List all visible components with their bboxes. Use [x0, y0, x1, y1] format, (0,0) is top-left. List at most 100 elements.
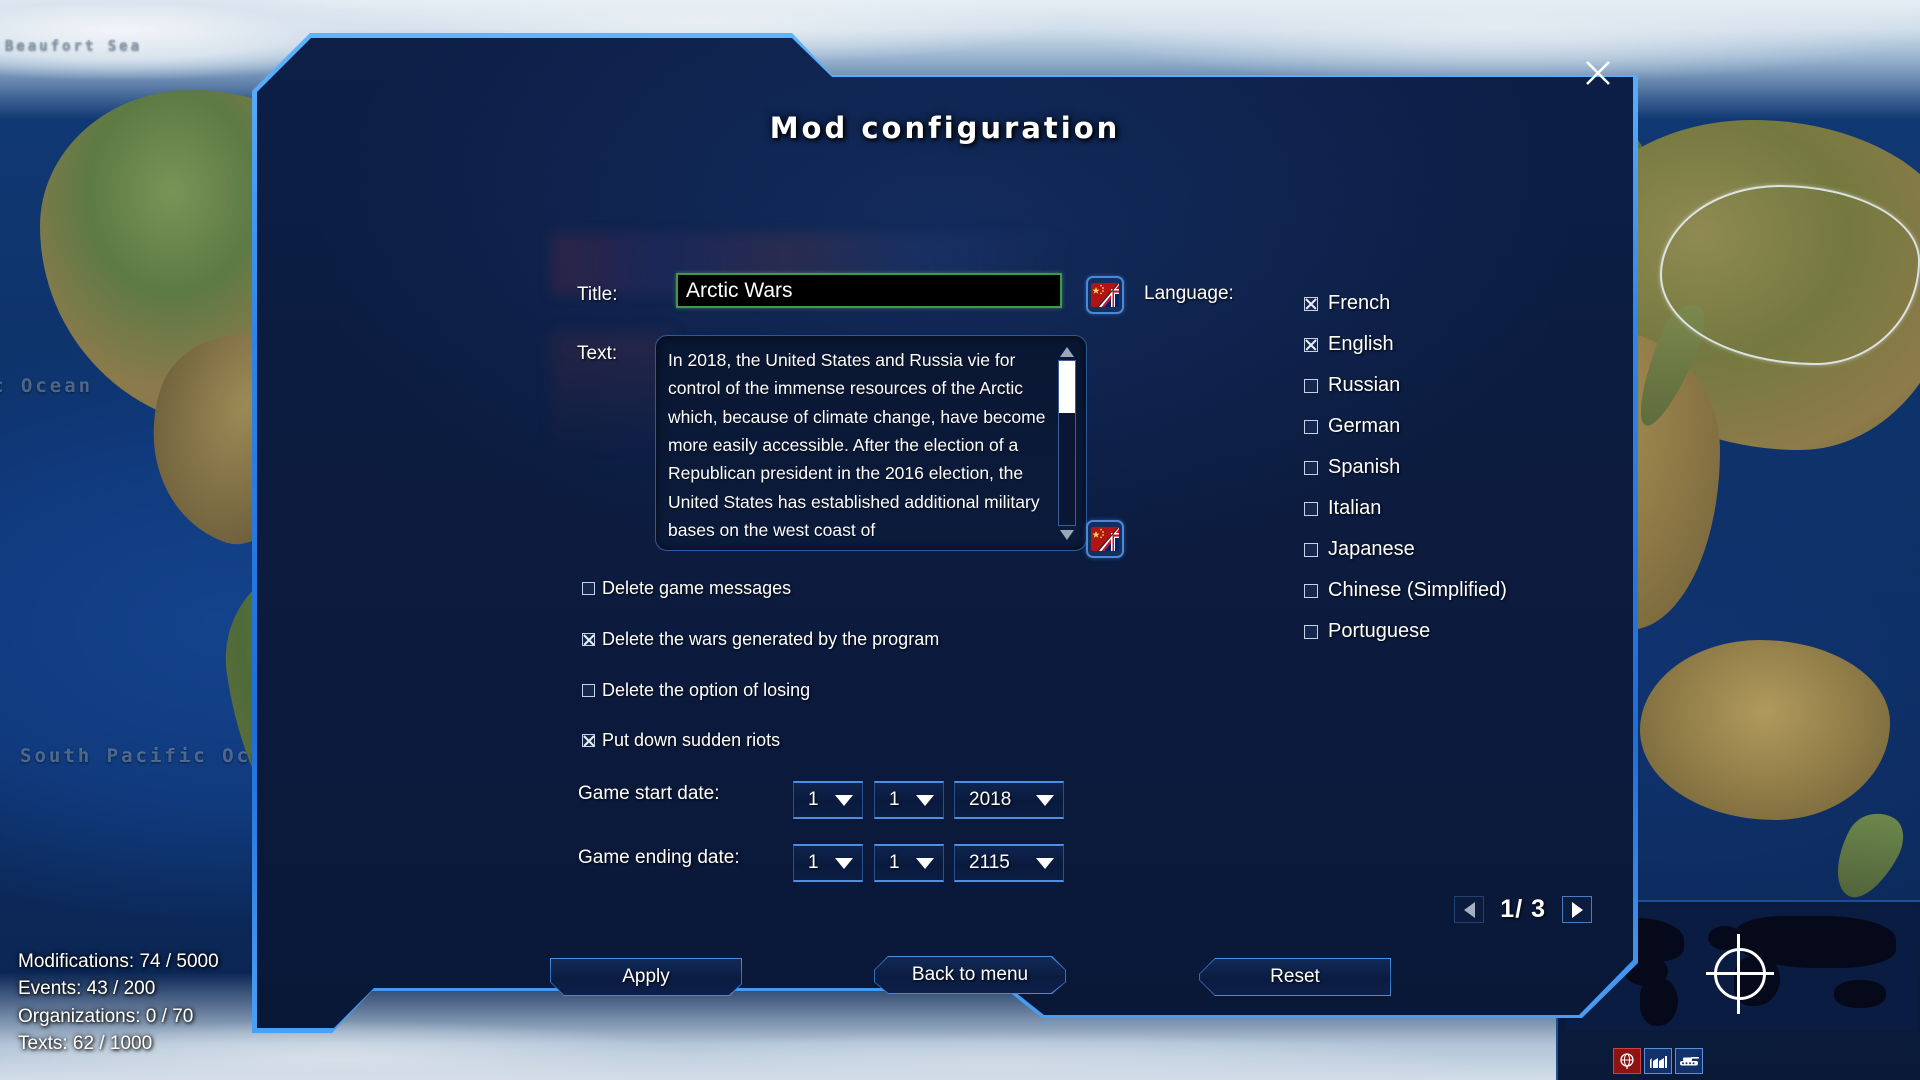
- mod-configuration-dialog: Mod configuration Title: Arctic Wars Tex…: [252, 33, 1638, 1033]
- minimap-mode-buttons[interactable]: [1613, 1048, 1703, 1074]
- option-label: Delete the wars generated by the program: [602, 629, 940, 649]
- language-label: Chinese (Simplified): [1328, 579, 1507, 601]
- text-description-input[interactable]: In 2018, the United States and Russia vi…: [668, 346, 1048, 542]
- language-label: English: [1328, 333, 1394, 355]
- checkbox-language-english[interactable]: [1304, 337, 1318, 352]
- pagination: 1/ 3: [1454, 895, 1592, 924]
- flag-cn-uk-icon: [1091, 283, 1119, 307]
- checkbox-language-russian[interactable]: [1304, 378, 1318, 393]
- scrollbar-track[interactable]: [1058, 360, 1076, 526]
- title-field-label: Title:: [577, 284, 618, 305]
- checkbox-language-german[interactable]: [1304, 419, 1318, 434]
- chevron-right-icon[interactable]: [1562, 896, 1592, 923]
- start-date-month-value: 1: [889, 789, 900, 810]
- end-date-day-dropdown[interactable]: 1: [793, 844, 863, 882]
- start-date-day-value: 1: [808, 789, 819, 810]
- chevron-left-icon[interactable]: [1454, 896, 1485, 923]
- option-label: Put down sudden riots: [602, 730, 781, 750]
- back-to-menu-button[interactable]: Back to menu: [874, 956, 1066, 994]
- start-date-day-dropdown[interactable]: 1: [793, 781, 863, 819]
- checkbox-language-french[interactable]: [1304, 296, 1318, 311]
- checkbox-language-japanese[interactable]: [1304, 542, 1318, 557]
- translate-title-icon[interactable]: [1086, 276, 1124, 314]
- reset-button-label: Reset: [1270, 966, 1320, 987]
- scroll-up-icon[interactable]: [1056, 344, 1078, 359]
- end-date-month-value: 1: [889, 852, 900, 873]
- language-row-japanese[interactable]: Japanese: [1304, 529, 1507, 570]
- translate-text-icon[interactable]: [1086, 520, 1124, 558]
- language-list: French English Russian German Spanish It…: [1304, 283, 1507, 652]
- option-row-delete-generated-wars[interactable]: Delete the wars generated by the program: [582, 629, 939, 650]
- chevron-down-icon: [835, 857, 853, 869]
- minimap-crosshair-horizontal: [1706, 972, 1774, 975]
- end-date-year-value: 2115: [969, 852, 1010, 873]
- text-scrollbar[interactable]: [1056, 344, 1078, 542]
- language-label: Portuguese: [1328, 620, 1431, 642]
- chevron-down-icon: [916, 857, 934, 869]
- page-indicator: 1/ 3: [1500, 895, 1546, 923]
- text-description-area[interactable]: In 2018, the United States and Russia vi…: [655, 335, 1087, 551]
- start-date-year-value: 2018: [969, 789, 1012, 810]
- language-row-german[interactable]: German: [1304, 406, 1507, 447]
- end-date-day-value: 1: [808, 852, 819, 873]
- checkbox-language-italian[interactable]: [1304, 501, 1318, 516]
- tank-icon[interactable]: [1675, 1048, 1703, 1074]
- option-label: Delete the option of losing: [602, 680, 811, 700]
- option-row-put-down-sudden-riots[interactable]: Put down sudden riots: [582, 730, 780, 751]
- scrollbar-thumb[interactable]: [1059, 361, 1075, 414]
- language-label: German: [1328, 415, 1401, 437]
- map-label-north-pacific-ocean: c Ocean: [0, 375, 94, 397]
- stat-texts: Texts: 62 / 1000: [18, 1033, 153, 1055]
- language-section-label: Language:: [1144, 283, 1234, 304]
- checkbox-put-down-sudden-riots[interactable]: [582, 734, 595, 747]
- language-label: Japanese: [1328, 538, 1415, 560]
- language-label: Russian: [1328, 374, 1401, 396]
- option-row-delete-game-messages[interactable]: Delete game messages: [582, 578, 791, 599]
- checkbox-delete-generated-wars[interactable]: [582, 633, 595, 646]
- reset-button[interactable]: Reset: [1199, 958, 1391, 996]
- chevron-down-icon: [1036, 857, 1054, 869]
- option-label: Delete game messages: [602, 578, 792, 598]
- option-row-delete-option-of-losing[interactable]: Delete the option of losing: [582, 680, 810, 701]
- checkbox-delete-game-messages[interactable]: [582, 582, 595, 595]
- checkbox-language-chinese-simplified[interactable]: [1304, 583, 1318, 598]
- checkbox-language-portuguese[interactable]: [1304, 624, 1318, 639]
- language-row-chinese-simplified[interactable]: Chinese (Simplified): [1304, 570, 1507, 611]
- map-label-beaufort-sea: Beaufort Sea: [5, 38, 143, 54]
- language-label: French: [1328, 292, 1391, 314]
- end-date-year-dropdown[interactable]: 2115: [954, 844, 1064, 882]
- language-row-english[interactable]: English: [1304, 324, 1507, 365]
- apply-button-label: Apply: [622, 966, 670, 987]
- language-row-italian[interactable]: Italian: [1304, 488, 1507, 529]
- stat-modifications: Modifications: 74 / 5000: [18, 950, 219, 972]
- language-row-french[interactable]: French: [1304, 283, 1507, 324]
- apply-button[interactable]: Apply: [550, 958, 742, 996]
- chevron-down-icon: [1036, 794, 1054, 806]
- chevron-down-icon: [916, 794, 934, 806]
- text-field-label: Text:: [577, 343, 618, 364]
- globe-icon[interactable]: [1613, 1048, 1641, 1074]
- language-row-portuguese[interactable]: Portuguese: [1304, 611, 1507, 652]
- title-input[interactable]: Arctic Wars: [676, 273, 1062, 308]
- start-date-month-dropdown[interactable]: 1: [874, 781, 944, 819]
- close-icon[interactable]: [1578, 53, 1618, 93]
- language-label: Spanish: [1328, 456, 1401, 478]
- end-date-month-dropdown[interactable]: 1: [874, 844, 944, 882]
- checkbox-language-spanish[interactable]: [1304, 460, 1318, 475]
- game-start-date-label: Game start date:: [578, 783, 720, 804]
- stat-events: Events: 43 / 200: [18, 978, 156, 1000]
- checkbox-delete-option-of-losing[interactable]: [582, 684, 595, 697]
- game-ending-date-label: Game ending date:: [578, 847, 740, 868]
- map-label-south-pacific-ocean: South Pacific Oce: [20, 745, 266, 767]
- factory-icon[interactable]: [1644, 1048, 1672, 1074]
- page-title: Mod configuration: [769, 111, 1121, 145]
- flag-cn-uk-icon: [1091, 527, 1119, 551]
- language-row-russian[interactable]: Russian: [1304, 365, 1507, 406]
- start-date-year-dropdown[interactable]: 2018: [954, 781, 1064, 819]
- language-label: Italian: [1328, 497, 1382, 519]
- mod-stats-panel: Modifications: 74 / 5000 Events: 43 / 20…: [18, 948, 219, 1058]
- chevron-down-icon: [835, 794, 853, 806]
- stat-organizations: Organizations: 0 / 70: [18, 1005, 194, 1027]
- scroll-down-icon[interactable]: [1056, 527, 1078, 542]
- language-row-spanish[interactable]: Spanish: [1304, 447, 1507, 488]
